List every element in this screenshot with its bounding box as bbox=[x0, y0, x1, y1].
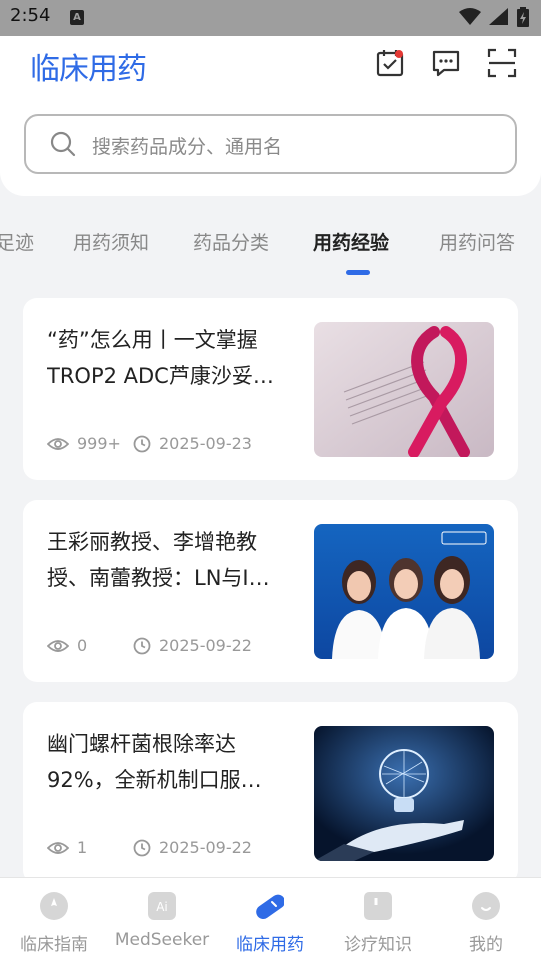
article-thumbnail bbox=[314, 524, 494, 659]
doctors-photo-image bbox=[314, 524, 494, 659]
eye-icon bbox=[47, 437, 69, 450]
notification-icon: A bbox=[70, 10, 84, 25]
views: 1 bbox=[47, 838, 133, 857]
pill-icon bbox=[256, 894, 284, 919]
scan-icon[interactable] bbox=[487, 48, 517, 78]
message-icon[interactable] bbox=[431, 48, 461, 78]
status-time: 2:54 bbox=[10, 5, 51, 26]
views: 0 bbox=[47, 636, 133, 655]
tab-medication-experience[interactable]: 用药经验 bbox=[313, 228, 389, 255]
status-bar: 2:54 A bbox=[0, 0, 541, 36]
tab-medication-qa[interactable]: 用药问答 bbox=[439, 228, 515, 255]
search-placeholder: 搜索药品成分、通用名 bbox=[92, 136, 283, 158]
article-thumbnail bbox=[314, 322, 494, 457]
nav-label: 临床用药 bbox=[236, 935, 304, 955]
bottom-nav: 临床指南 Ai MedSeeker 临床用药 诊疗知识 我的 bbox=[0, 877, 541, 963]
app-logo: 临床用药 bbox=[30, 52, 147, 87]
book-icon bbox=[364, 892, 392, 920]
article-title: “药”怎么用丨一文掌握TROP2 ADC芦康沙妥… bbox=[47, 328, 274, 388]
view-count: 1 bbox=[77, 838, 88, 857]
nav-diagnosis-knowledge[interactable]: 诊疗知识 bbox=[324, 878, 432, 963]
search-input[interactable]: 搜索药品成分、通用名 bbox=[24, 114, 517, 174]
tab-medication-notes[interactable]: 用药须知 bbox=[73, 228, 149, 255]
header: 临床用药 搜索药品成分、通用名 bbox=[0, 36, 541, 196]
calendar-check-icon[interactable] bbox=[375, 48, 405, 78]
nav-medseeker[interactable]: Ai MedSeeker bbox=[108, 878, 216, 963]
wifi-icon bbox=[459, 8, 481, 25]
battery-icon bbox=[517, 7, 529, 27]
article-card[interactable]: “药”怎么用丨一文掌握TROP2 ADC芦康沙妥… 999+ 2025-09-2… bbox=[23, 298, 518, 480]
publish-date: 2025-09-22 bbox=[159, 636, 252, 655]
article-meta: 1 2025-09-22 bbox=[47, 838, 252, 857]
tab-footprint[interactable]: 足迹 bbox=[0, 228, 34, 255]
date: 2025-09-22 bbox=[133, 838, 252, 857]
publish-date: 2025-09-22 bbox=[159, 838, 252, 857]
date: 2025-09-23 bbox=[133, 434, 252, 453]
article-card[interactable]: 幽门螺杆菌根除率达92%，全新机制口服… 1 2025-09-22 bbox=[23, 702, 518, 884]
article-meta: 0 2025-09-22 bbox=[47, 636, 252, 655]
lightbulb-hand-image bbox=[314, 726, 494, 861]
nav-label: MedSeeker bbox=[114, 930, 210, 950]
nav-label: 诊疗知识 bbox=[344, 935, 412, 955]
nav-clinical-guidelines[interactable]: 临床指南 bbox=[0, 878, 108, 963]
article-thumbnail bbox=[314, 726, 494, 861]
search-icon bbox=[50, 131, 76, 157]
nav-label: 临床指南 bbox=[20, 935, 88, 955]
compass-icon bbox=[40, 892, 68, 920]
views: 999+ bbox=[47, 434, 133, 453]
status-icons bbox=[459, 7, 529, 27]
pink-ribbon-image bbox=[314, 322, 494, 457]
category-tabs: 足迹 用药须知 药品分类 用药经验 用药问答 bbox=[0, 222, 541, 282]
tab-drug-categories[interactable]: 药品分类 bbox=[193, 228, 269, 255]
article-title: 王彩丽教授、李增艳教授、南蕾教授：LN与I… bbox=[47, 530, 270, 590]
nav-clinical-medication[interactable]: 临床用药 bbox=[216, 878, 324, 963]
article-card[interactable]: 王彩丽教授、李增艳教授、南蕾教授：LN与I… 0 2025-09-22 bbox=[23, 500, 518, 682]
publish-date: 2025-09-23 bbox=[159, 434, 252, 453]
clock-icon bbox=[133, 435, 151, 452]
date: 2025-09-22 bbox=[133, 636, 252, 655]
article-title: 幽门螺杆菌根除率达92%，全新机制口服… bbox=[47, 732, 262, 792]
eye-icon bbox=[47, 841, 69, 854]
eye-icon bbox=[47, 639, 69, 652]
view-count: 999+ bbox=[77, 434, 121, 453]
signal-icon bbox=[489, 8, 508, 25]
nav-profile[interactable]: 我的 bbox=[432, 878, 540, 963]
nav-label: 我的 bbox=[469, 935, 503, 955]
svg-text:Ai: Ai bbox=[156, 900, 168, 914]
profile-icon bbox=[472, 892, 500, 920]
clock-icon bbox=[133, 839, 151, 856]
article-meta: 999+ 2025-09-23 bbox=[47, 434, 252, 453]
active-tab-indicator bbox=[346, 270, 370, 275]
clock-icon bbox=[133, 637, 151, 654]
ai-icon: Ai bbox=[148, 892, 176, 920]
view-count: 0 bbox=[77, 636, 88, 655]
